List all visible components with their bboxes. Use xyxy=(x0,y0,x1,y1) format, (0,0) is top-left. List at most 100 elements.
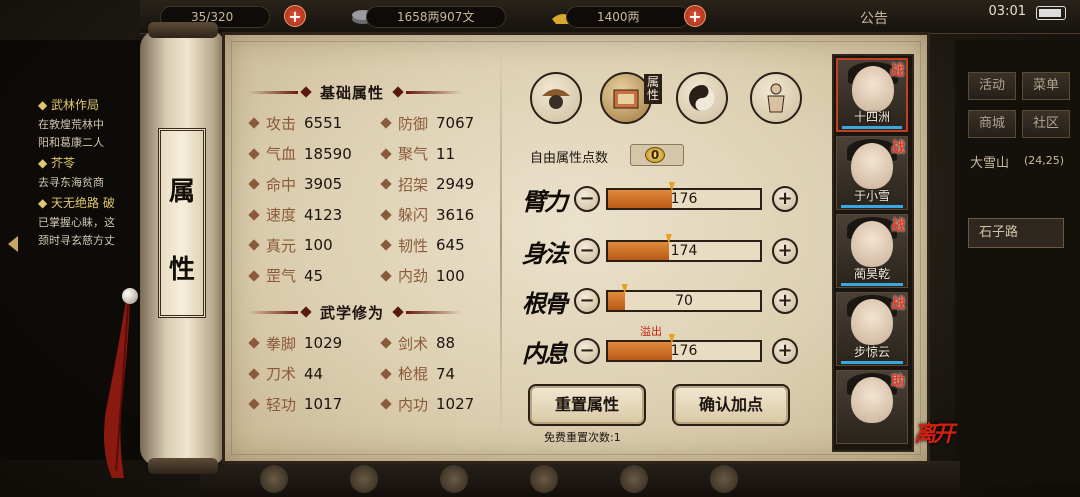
stat-value: 100 xyxy=(304,236,333,254)
character-card[interactable]: 战十四洲 xyxy=(836,58,908,132)
stat-value: 100 xyxy=(436,266,465,285)
stat-label: 刀术 xyxy=(266,365,297,383)
stat-label: 真元 xyxy=(266,236,297,255)
diamond-icon xyxy=(380,147,392,160)
diamond-icon xyxy=(248,117,260,129)
increase-button[interactable]: + xyxy=(772,338,798,364)
quest-title[interactable]: ◆ 武林作局 xyxy=(38,96,99,113)
decrease-button[interactable]: − xyxy=(574,186,600,212)
stat-row: 聚气 11 xyxy=(380,143,455,165)
scroll-book-icon xyxy=(613,89,639,109)
road-button[interactable]: 石子路 xyxy=(968,218,1064,248)
decrease-button[interactable]: − xyxy=(574,338,600,364)
diamond-icon xyxy=(248,147,260,160)
menu-log-icon[interactable] xyxy=(620,465,648,493)
attribute-value: 174 xyxy=(670,243,698,259)
character-name: 于小雪 xyxy=(853,189,890,203)
martial-stat-row: 刀术 44 xyxy=(248,363,323,385)
reset-attributes-button[interactable]: 重置属性 xyxy=(528,384,646,426)
basic-section-header: 基础属性 xyxy=(248,80,463,104)
character-card[interactable]: 战步惊云 xyxy=(836,292,908,366)
character-card[interactable]: 助 xyxy=(836,370,908,444)
confirm-points-button[interactable]: 确认加点 xyxy=(672,384,790,426)
add-silver-button[interactable]: + xyxy=(684,5,706,27)
community-button[interactable]: 社区 xyxy=(1022,110,1070,138)
character-portrait xyxy=(851,377,893,423)
diamond-icon xyxy=(380,337,392,349)
diamond-icon xyxy=(248,269,260,282)
stat-row: 内劲 100 xyxy=(380,265,465,287)
shop-button[interactable]: 商城 xyxy=(968,110,1016,138)
menu-button[interactable]: 菜单 xyxy=(1022,72,1070,100)
quest-desc: 阳和葛康二人 xyxy=(38,136,104,149)
tab-meridian[interactable] xyxy=(750,72,802,124)
diamond-icon xyxy=(248,178,260,190)
copper-value: 1658两907文 xyxy=(397,10,475,24)
collapse-arrow-icon[interactable] xyxy=(8,236,18,252)
decrease-button[interactable]: − xyxy=(574,288,600,314)
increase-button[interactable]: + xyxy=(772,186,798,212)
diamond-icon xyxy=(380,208,392,221)
free-points-label: 自由属性点数 xyxy=(530,151,609,166)
stat-label: 气血 xyxy=(266,145,297,163)
character-role-badge: 战 xyxy=(891,296,905,312)
character-role-badge: 战 xyxy=(891,140,905,156)
stat-label: 攻击 xyxy=(266,114,297,133)
attribute-name: 内息 xyxy=(522,339,568,368)
character-name: 十四洲 xyxy=(853,110,890,124)
quest-title[interactable]: ◆ 天无绝路 破 xyxy=(38,194,115,211)
character-card[interactable]: 战于小雪 xyxy=(836,136,908,210)
overflow-label: 溢出 xyxy=(640,325,662,338)
stat-value: 1029 xyxy=(304,334,343,352)
announcement-button[interactable]: 公告 xyxy=(860,8,888,28)
add-stamina-button[interactable]: + xyxy=(284,5,306,27)
stat-label: 命中 xyxy=(266,175,297,194)
attribute-value: 70 xyxy=(675,293,693,309)
quest-title[interactable]: ◆ 芥苓 xyxy=(38,154,75,171)
menu-map-icon[interactable] xyxy=(710,465,738,493)
tab-bagua[interactable] xyxy=(676,72,728,124)
quest-desc: 去寻东海贫商 xyxy=(38,176,104,189)
attribute-bar: 174 xyxy=(606,234,762,262)
scroll-title-char: 性 xyxy=(168,255,195,285)
stat-label: 韧性 xyxy=(398,236,429,255)
stat-value: 2949 xyxy=(436,175,475,193)
yin-yang-icon xyxy=(689,85,715,111)
attribute-name: 身法 xyxy=(522,239,568,268)
character-role-badge: 战 xyxy=(890,63,904,79)
battery-icon xyxy=(1036,6,1066,20)
decrease-button[interactable]: − xyxy=(574,238,600,264)
menu-team-icon[interactable] xyxy=(440,465,468,493)
martial-stat-row: 拳脚 1029 xyxy=(248,332,343,354)
character-name: 步惊云 xyxy=(853,345,890,359)
martial-stat-row: 轻功 1017 xyxy=(248,393,342,415)
menu-guild-icon[interactable] xyxy=(530,465,558,493)
stat-label: 聚气 xyxy=(398,145,429,163)
increase-button[interactable]: + xyxy=(772,238,798,264)
copper-display: 1658两907文 xyxy=(366,6,506,28)
tab-character[interactable] xyxy=(530,72,582,124)
stat-row: 攻击 6551 xyxy=(248,112,343,134)
free-points-value: 0 xyxy=(645,147,665,163)
stat-row: 真元 100 xyxy=(248,234,333,256)
stat-value: 6551 xyxy=(304,114,343,132)
scroll-title-char: 属 xyxy=(168,177,195,207)
character-card[interactable]: 战蔺昊乾 xyxy=(836,214,908,288)
leave-button[interactable]: 离开 xyxy=(914,416,955,448)
quest-desc: 在敦煌荒林中 xyxy=(38,118,104,131)
stat-label: 拳脚 xyxy=(266,334,297,353)
stat-row: 躲闪 3616 xyxy=(380,204,474,226)
martial-stat-row: 内功 1027 xyxy=(380,393,474,415)
activity-button[interactable]: 活动 xyxy=(968,72,1016,100)
top-resource-bar: 35/320 + 1658两907文 1400两 + xyxy=(140,0,1080,34)
increase-button[interactable]: + xyxy=(772,288,798,314)
menu-bag-icon[interactable] xyxy=(260,465,288,493)
stat-label: 罡气 xyxy=(266,267,297,285)
character-hp-bar xyxy=(841,361,903,364)
bottom-menu-bar xyxy=(200,461,960,497)
menu-skill-icon[interactable] xyxy=(350,465,378,493)
silver-display: 1400两 xyxy=(566,6,690,28)
stat-label: 内功 xyxy=(398,395,429,414)
character-name: 蔺昊乾 xyxy=(853,267,890,281)
diamond-icon xyxy=(248,367,260,380)
